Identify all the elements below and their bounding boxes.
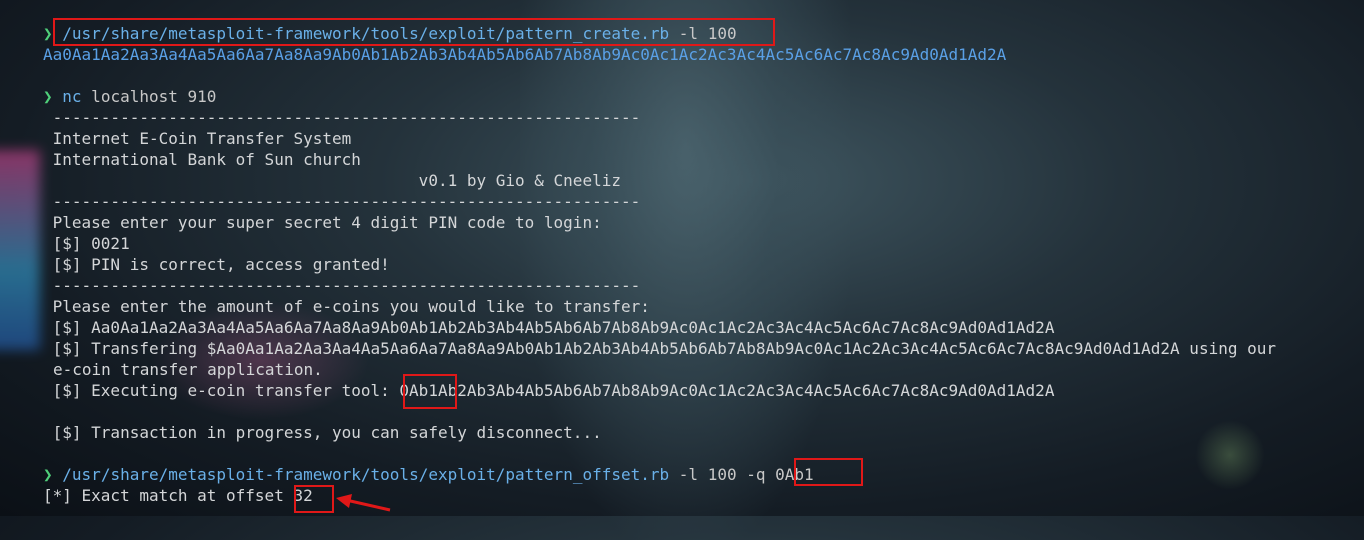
result-label: [*] Exact match at offset xyxy=(43,486,294,505)
command-args: -l 100 -q xyxy=(669,465,776,484)
command-name: nc xyxy=(62,87,82,106)
transfer-message: [$] Transfering $Aa0Aa1Aa2Aa3Aa4Aa5Aa6Aa… xyxy=(43,339,1276,358)
command-path: /usr/share/metasploit-framework/tools/ex… xyxy=(62,465,670,484)
transfer-message-cont: e-coin transfer application. xyxy=(53,360,323,379)
prompt-icon: ❯ xyxy=(43,465,53,484)
arrow-icon xyxy=(336,494,391,512)
background-glow xyxy=(0,150,40,350)
amount-input: [$] Aa0Aa1Aa2Aa3Aa4Aa5Aa6Aa7Aa8Aa9Ab0Ab1… xyxy=(43,318,1055,337)
banner-title: Internet E-Coin Transfer System xyxy=(43,129,352,148)
separator: ----------------------------------------… xyxy=(43,192,641,211)
pin-prompt: Please enter your super secret 4 digit P… xyxy=(43,213,602,232)
pattern-output: Aa0Aa1Aa2Aa3Aa4Aa5Aa6Aa7Aa8Aa9Ab0Ab1Ab2A… xyxy=(43,45,1007,64)
highlight-box-offset xyxy=(294,485,334,513)
background-orb xyxy=(1195,420,1265,490)
amount-prompt: Please enter the amount of e-coins you w… xyxy=(43,297,650,316)
separator: ----------------------------------------… xyxy=(43,276,641,295)
command-line-nc: ❯ nc localhost 910 xyxy=(43,86,216,107)
banner-subtitle: International Bank of Sun church xyxy=(43,150,361,169)
highlight-box-query xyxy=(794,458,863,486)
command-line-pattern-offset: ❯ /usr/share/metasploit-framework/tools/… xyxy=(43,464,814,485)
execute-message: [$] Executing e-coin transfer tool: 0Ab1… xyxy=(43,381,1055,400)
pin-input: [$] 0021 xyxy=(43,234,130,253)
transaction-message: [$] Transaction in progress, you can saf… xyxy=(43,423,602,442)
prompt-icon: ❯ xyxy=(43,24,53,43)
highlight-box-create-command xyxy=(53,18,775,46)
highlight-box-eip-value xyxy=(403,374,457,409)
separator: ----------------------------------------… xyxy=(43,108,641,127)
command-args: localhost 910 xyxy=(81,87,217,106)
prompt-icon: ❯ xyxy=(43,87,53,106)
pin-result: [$] PIN is correct, access granted! xyxy=(43,255,390,274)
offset-result: [*] Exact match at offset 32 xyxy=(43,485,313,506)
banner-version: v0.1 by Gio & Cneeliz xyxy=(43,171,621,190)
